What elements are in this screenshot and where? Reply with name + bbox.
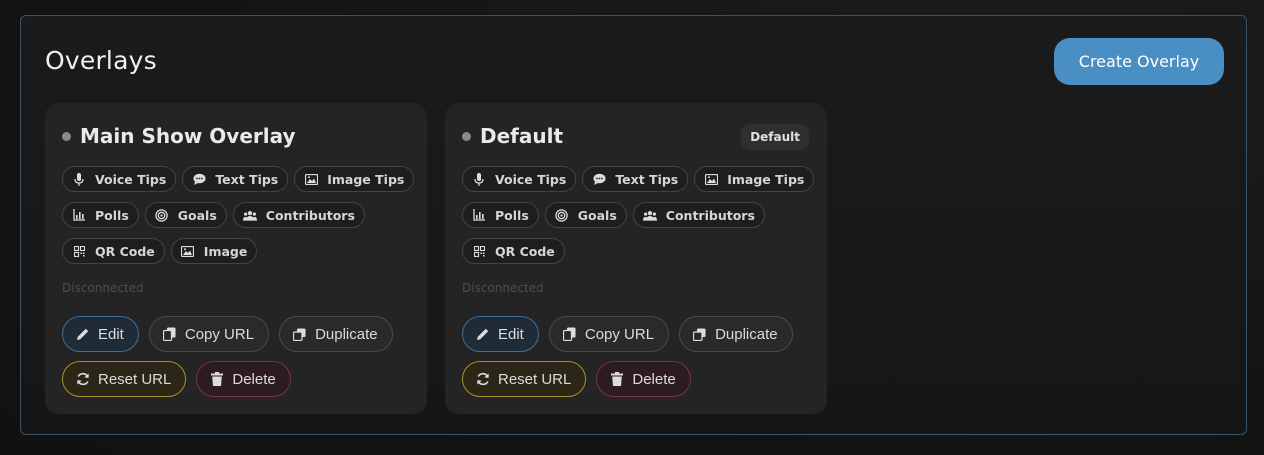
default-badge: Default	[741, 124, 809, 150]
overlay-card: Main Show Overlay Voice Tips Text Tips I…	[45, 103, 427, 414]
button-label: Copy URL	[584, 325, 655, 343]
microphone-icon	[72, 172, 86, 186]
copy-icon	[162, 327, 177, 342]
delete-button[interactable]: Delete	[196, 361, 291, 397]
card-title: Default	[480, 124, 564, 148]
tag-polls: Polls	[62, 202, 139, 228]
button-label: Copy URL	[184, 325, 255, 343]
tag-label: Contributors	[665, 207, 755, 223]
tag-contributors: Contributors	[232, 202, 365, 228]
tag-goals: Goals	[544, 202, 627, 228]
pencil-icon	[475, 327, 490, 342]
qr-code-icon	[472, 244, 486, 258]
target-icon	[155, 208, 169, 222]
card-actions: Edit Copy URL Duplicate Reset URL Delete	[62, 316, 393, 406]
tag-label: Voice Tips	[495, 171, 567, 187]
tag-label: QR Code	[495, 243, 555, 259]
tag-label: Image Tips	[727, 171, 805, 187]
card-header: Main Show Overlay	[62, 124, 296, 148]
bar-chart-icon	[472, 208, 486, 222]
tag-label: Text Tips	[615, 171, 679, 187]
tag-image-tips: Image Tips	[694, 166, 815, 192]
tag-label: Voice Tips	[95, 171, 167, 187]
tag-goals: Goals	[144, 202, 227, 228]
card-title: Main Show Overlay	[80, 124, 296, 148]
edit-button[interactable]: Edit	[62, 316, 139, 352]
duplicate-button[interactable]: Duplicate	[679, 316, 793, 352]
tag-label: Goals	[177, 207, 217, 223]
bar-chart-icon	[72, 208, 86, 222]
feature-tags: Voice Tips Text Tips Image Tips Polls Go…	[62, 166, 415, 274]
trash-icon	[209, 372, 224, 387]
tag-label: Polls	[495, 207, 529, 223]
card-actions: Edit Copy URL Duplicate Reset URL Delete	[462, 316, 793, 406]
image-icon	[704, 172, 718, 186]
tag-image: Image	[170, 238, 258, 264]
duplicate-button[interactable]: Duplicate	[279, 316, 393, 352]
delete-button[interactable]: Delete	[596, 361, 691, 397]
refresh-icon	[475, 372, 490, 387]
target-icon	[555, 208, 569, 222]
tag-voice-tips: Voice Tips	[62, 166, 177, 192]
tag-qr-code: QR Code	[462, 238, 565, 264]
card-header: Default	[462, 124, 563, 148]
clone-icon	[692, 327, 707, 342]
tag-label: Contributors	[265, 207, 355, 223]
overlay-card: Default Default Voice Tips Text Tips Ima…	[445, 103, 827, 414]
tag-contributors: Contributors	[632, 202, 765, 228]
image-icon	[304, 172, 318, 186]
status-dot	[62, 131, 71, 141]
qr-code-icon	[72, 244, 86, 258]
button-label: Delete	[232, 370, 276, 388]
tag-label: Text Tips	[215, 171, 279, 187]
tag-text-tips: Text Tips	[182, 166, 289, 192]
pencil-icon	[75, 327, 90, 342]
microphone-icon	[472, 172, 486, 186]
tag-label: Image	[203, 243, 248, 259]
connection-status: Disconnected	[462, 281, 544, 295]
chat-bubble-icon	[592, 172, 606, 186]
button-label: Duplicate	[315, 325, 378, 343]
tag-text-tips: Text Tips	[582, 166, 689, 192]
feature-tags: Voice Tips Text Tips Image Tips Polls Go…	[462, 166, 815, 274]
create-overlay-button[interactable]: Create Overlay	[1054, 38, 1224, 85]
button-label: Reset URL	[498, 370, 572, 388]
tag-polls: Polls	[462, 202, 539, 228]
trash-icon	[609, 372, 624, 387]
users-icon	[242, 208, 257, 222]
users-icon	[642, 208, 657, 222]
button-label: Duplicate	[715, 325, 778, 343]
button-label: Edit	[498, 325, 524, 343]
tag-image-tips: Image Tips	[294, 166, 415, 192]
copy-icon	[562, 327, 577, 342]
reset-url-button[interactable]: Reset URL	[462, 361, 587, 397]
image-icon	[181, 244, 195, 258]
status-dot	[462, 131, 471, 141]
connection-status: Disconnected	[62, 281, 144, 295]
overlays-panel: Overlays Create Overlay Main Show Overla…	[20, 15, 1247, 435]
page-title: Overlays	[45, 46, 157, 75]
tag-label: QR Code	[95, 243, 155, 259]
button-label: Reset URL	[98, 370, 172, 388]
clone-icon	[292, 327, 307, 342]
tag-voice-tips: Voice Tips	[462, 166, 577, 192]
reset-url-button[interactable]: Reset URL	[62, 361, 187, 397]
tag-label: Polls	[95, 207, 129, 223]
tag-label: Image Tips	[327, 171, 405, 187]
button-label: Delete	[632, 370, 676, 388]
tag-qr-code: QR Code	[62, 238, 165, 264]
tag-label: Goals	[577, 207, 617, 223]
chat-bubble-icon	[192, 172, 206, 186]
copy-url-button[interactable]: Copy URL	[548, 316, 670, 352]
refresh-icon	[75, 372, 90, 387]
edit-button[interactable]: Edit	[462, 316, 539, 352]
button-label: Edit	[98, 325, 124, 343]
copy-url-button[interactable]: Copy URL	[148, 316, 270, 352]
